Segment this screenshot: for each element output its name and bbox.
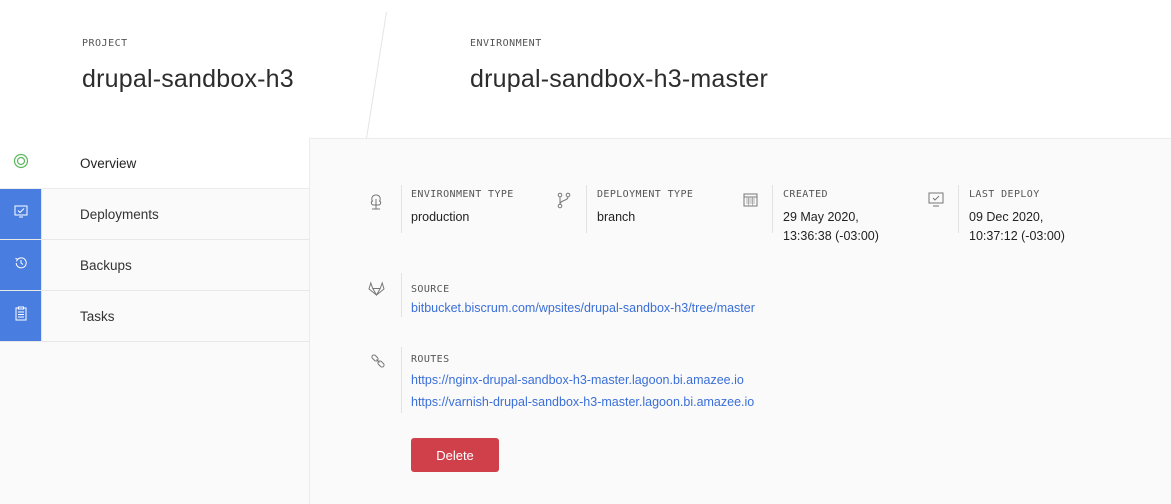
separator [401,185,402,233]
environment-label: ENVIRONMENT [470,38,542,49]
nav-rail [0,138,42,188]
nav-label-tasks: Tasks [80,308,115,324]
deployment-type-value: branch [597,210,636,224]
git-branch-icon [557,192,571,214]
project-heading: PROJECT drupal-sandbox-h3 [82,38,294,94]
source-link[interactable]: bitbucket.biscrum.com/wpsites/drupal-san… [411,301,755,315]
environment-type-label: ENVIRONMENT TYPE [411,189,514,200]
separator [401,347,402,413]
header-divider [365,12,387,142]
route-link-nginx[interactable]: https://nginx-drupal-sandbox-h3-master.l… [411,373,744,387]
separator [772,185,773,233]
delete-environment-button[interactable]: Delete [411,438,499,472]
created-value: 29 May 2020, 13:36:38 (-03:00) [783,208,879,246]
source-label: SOURCE [411,284,450,295]
created-time: 13:36:38 (-03:00) [783,229,879,243]
last-deploy-value: 09 Dec 2020, 10:37:12 (-03:00) [969,208,1065,246]
environment-heading: ENVIRONMENT drupal-sandbox-h3-master [470,38,768,94]
deployment-type-label: DEPLOYMENT TYPE [597,189,694,200]
monitor-check-icon [928,192,944,212]
nav-label-backups: Backups [80,257,132,273]
gitlab-icon [368,281,385,301]
separator [401,273,402,317]
nav-label-overview: Overview [80,155,137,171]
nav-rail [0,291,42,341]
environment-type-value: production [411,210,470,224]
separator [586,185,587,233]
project-label: PROJECT [82,38,128,49]
project-name: drupal-sandbox-h3 [82,65,294,93]
nav-label-deployments: Deployments [80,206,159,222]
nav-item-tasks[interactable]: Tasks [0,291,309,342]
target-icon [13,153,29,174]
environment-name: drupal-sandbox-h3-master [470,65,769,93]
environment-nav: Overview Deployments Backups Tasks [0,138,310,504]
last-deploy-date: 09 Dec 2020, [969,210,1044,224]
environment-type: ENVIRONMENT TYPE production [411,189,514,227]
created: CREATED 29 May 2020, 13:36:38 (-03:00) [783,189,879,246]
route-link-varnish[interactable]: https://varnish-drupal-sandbox-h3-master… [411,395,754,409]
link-icon [370,353,386,374]
last-deploy-time: 10:37:12 (-03:00) [969,229,1065,243]
last-deploy: LAST DEPLOY 09 Dec 2020, 10:37:12 (-03:0… [969,189,1065,246]
created-label: CREATED [783,189,828,200]
nav-rail [0,240,42,290]
created-date: 29 May 2020, [783,210,859,224]
clipboard-icon [15,306,27,326]
separator [958,185,959,233]
monitor-check-icon [14,205,28,223]
environment-overview: ENVIRONMENT TYPE production DEPLOYMENT T… [310,138,1171,504]
nav-item-overview[interactable]: Overview [0,138,309,189]
calendar-icon [743,192,758,212]
nav-item-deployments[interactable]: Deployments [0,189,309,240]
tree-icon [368,193,384,215]
last-deploy-label: LAST DEPLOY [969,189,1040,200]
history-icon [14,256,28,275]
nav-rail [0,189,42,239]
page-header: PROJECT drupal-sandbox-h3 ENVIRONMENT dr… [0,0,1171,142]
deployment-type: DEPLOYMENT TYPE branch [597,189,693,227]
routes-label: ROUTES [411,354,450,365]
nav-item-backups[interactable]: Backups [0,240,309,291]
